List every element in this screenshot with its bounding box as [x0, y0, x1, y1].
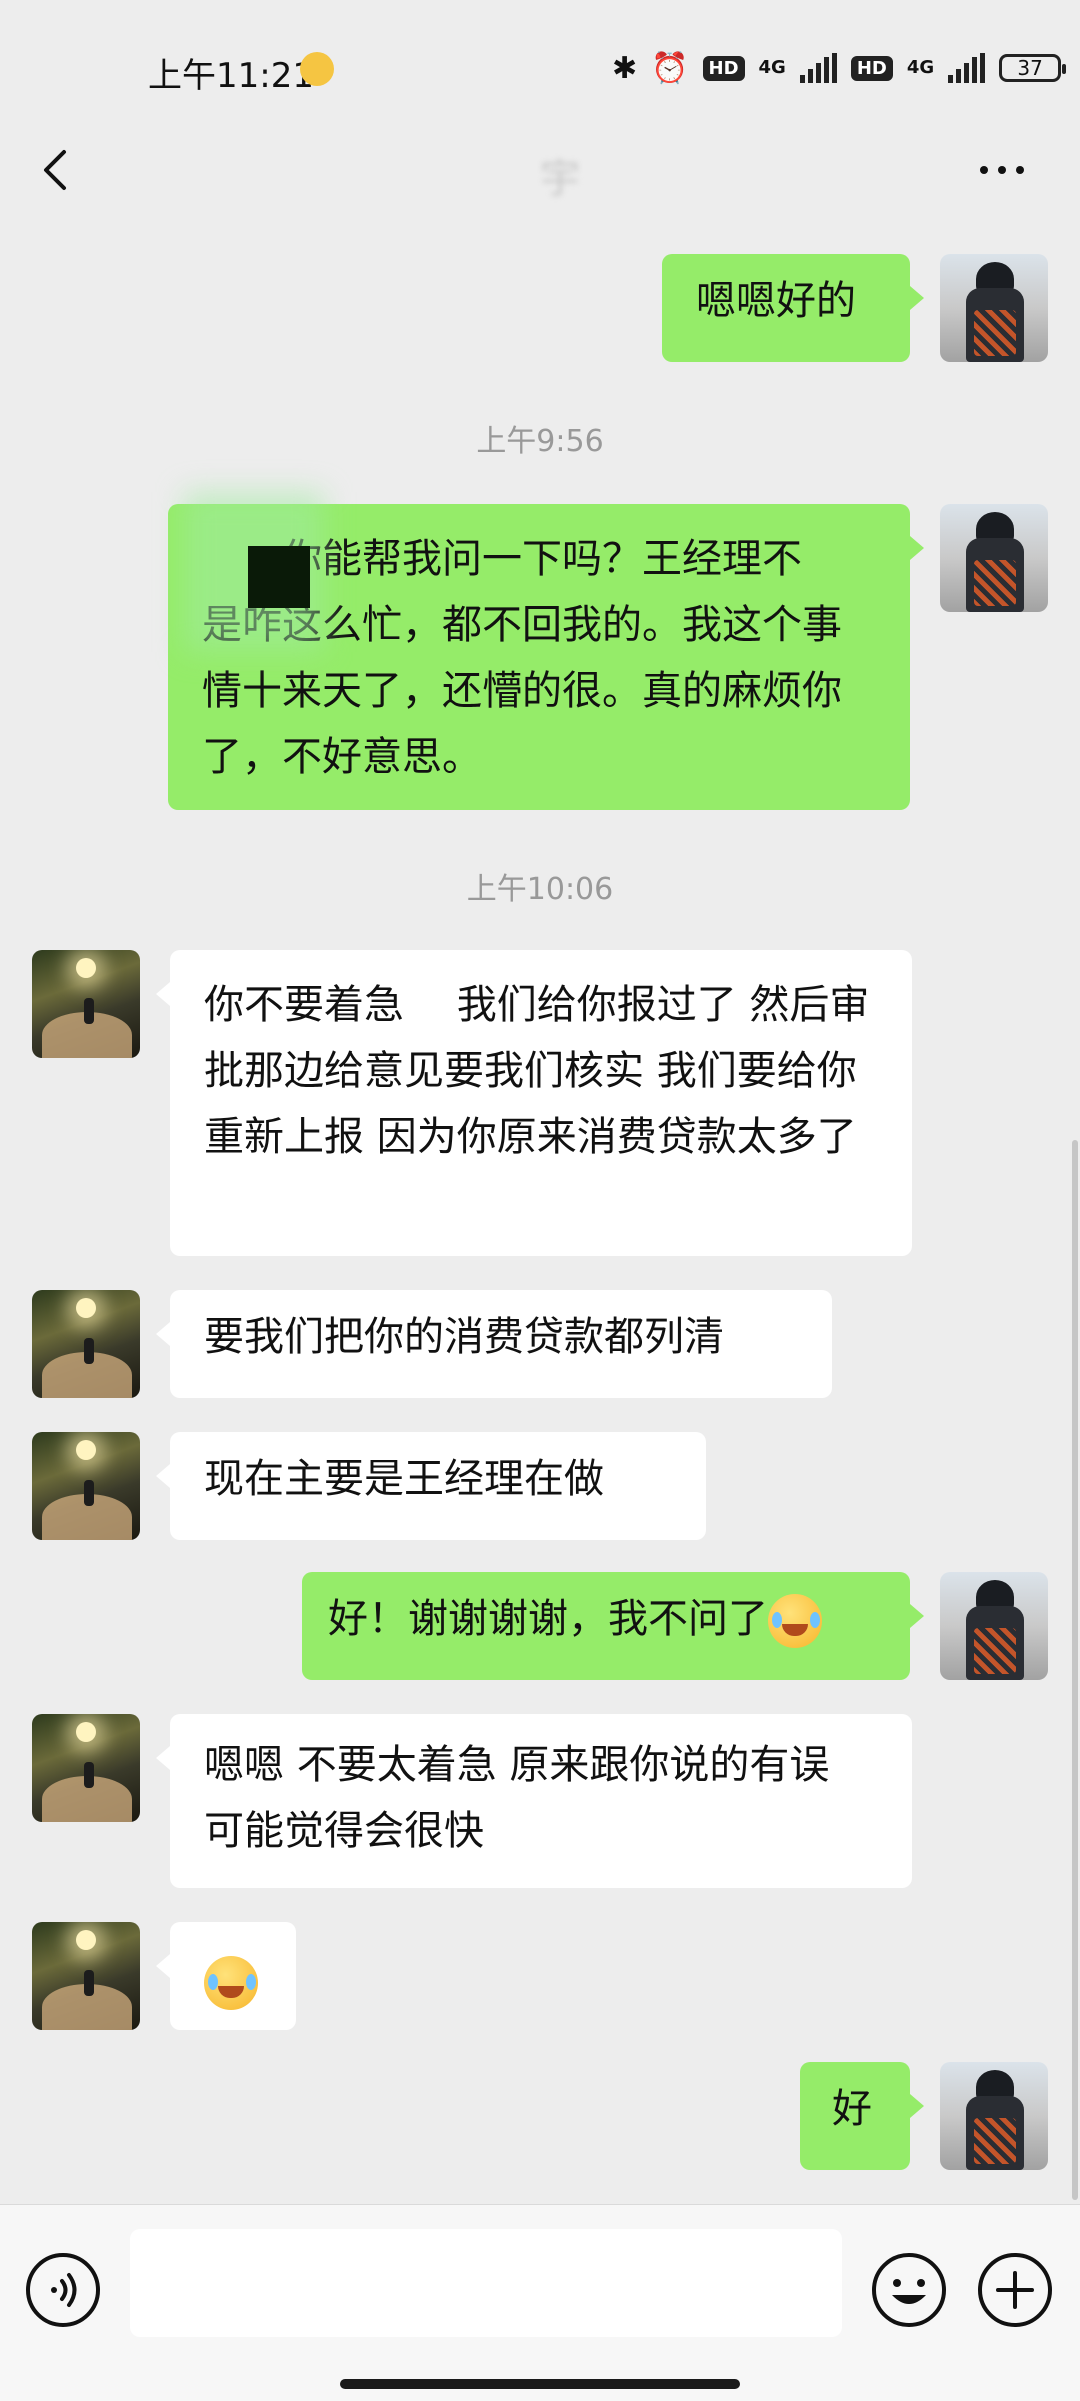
contact-avatar[interactable]: [32, 950, 140, 1058]
battery-icon: 37: [999, 54, 1067, 82]
voice-icon[interactable]: [24, 2251, 102, 2329]
battery-level: 37: [1017, 56, 1043, 80]
plus-icon[interactable]: [976, 2251, 1054, 2329]
contact-avatar[interactable]: [32, 1290, 140, 1398]
hd-badge-2: HD: [850, 55, 893, 81]
message-bubble[interactable]: 好: [800, 2062, 924, 2170]
signal-icon-1: [799, 53, 837, 83]
timestamp: 上午10:06: [466, 872, 614, 907]
scrollbar[interactable]: [1072, 1140, 1078, 2200]
home-indicator[interactable]: [340, 2379, 740, 2389]
hd-badge-1: HD: [702, 55, 745, 81]
message-bubble[interactable]: 现在主要是王经理在做: [156, 1432, 706, 1540]
message-bubble[interactable]: 你不要着急 我们给你报过了 然后审批那边给意见要我们核实 我们要给你重新上报 因…: [156, 950, 912, 1256]
alarm-icon: ⏰: [651, 50, 689, 86]
message-input[interactable]: [130, 2229, 842, 2337]
message-text: 嗯嗯 不要太着急 原来跟你说的有误 可能觉得会很快: [204, 1742, 830, 1854]
message-bubble[interactable]: [156, 1922, 296, 2030]
emoji-icon[interactable]: [870, 2251, 948, 2329]
contact-avatar[interactable]: [32, 1714, 140, 1822]
message-bubble[interactable]: 好！谢谢谢谢，我不问了: [302, 1572, 924, 1680]
crying-laughing-emoji-icon: [204, 1956, 258, 2010]
message-text: 好！谢谢谢谢，我不问了: [328, 1596, 768, 1642]
network-label-1: 4G: [758, 57, 786, 78]
signal-icon-2: [948, 53, 986, 83]
bluetooth-icon: ✱: [612, 50, 638, 86]
chat-header: 宇: [0, 110, 1080, 230]
message-bubble[interactable]: 要我们把你的消费贷款都列清: [156, 1290, 832, 1398]
timestamp: 上午9:56: [476, 424, 604, 459]
message-text: 嗯嗯好的: [696, 278, 856, 324]
message-text: 你不要着急 我们给你报过了 然后审批那边给意见要我们核实 我们要给你重新上报 因…: [204, 982, 870, 1160]
beehive-app-icon: [300, 52, 334, 86]
input-bar: [0, 2204, 1080, 2401]
chat-title: 宇: [540, 156, 580, 202]
my-avatar[interactable]: [940, 504, 1048, 612]
redaction-box: [248, 546, 310, 608]
message-text: 好: [832, 2086, 872, 2132]
network-label-2: 4G: [906, 57, 935, 78]
chevron-left-icon[interactable]: [28, 140, 88, 200]
contact-avatar[interactable]: [32, 1922, 140, 2030]
crying-laughing-emoji-icon: [768, 1594, 822, 1648]
system-icons: ✱ ⏰ HD 4G HD 4G 37: [612, 46, 1067, 90]
my-avatar[interactable]: [940, 1572, 1048, 1680]
message-bubble[interactable]: 嗯嗯 不要太着急 原来跟你说的有误 可能觉得会很快: [156, 1714, 912, 1888]
my-avatar[interactable]: [940, 2062, 1048, 2170]
status-time: 上午11:21: [148, 56, 314, 96]
my-avatar[interactable]: [940, 254, 1048, 362]
more-dots-icon[interactable]: [972, 140, 1032, 200]
message-text: 现在主要是王经理在做: [204, 1456, 604, 1502]
message-bubble[interactable]: 嗯嗯好的: [662, 254, 924, 362]
message-text: 要我们把你的消费贷款都列清: [204, 1314, 724, 1360]
contact-avatar[interactable]: [32, 1432, 140, 1540]
